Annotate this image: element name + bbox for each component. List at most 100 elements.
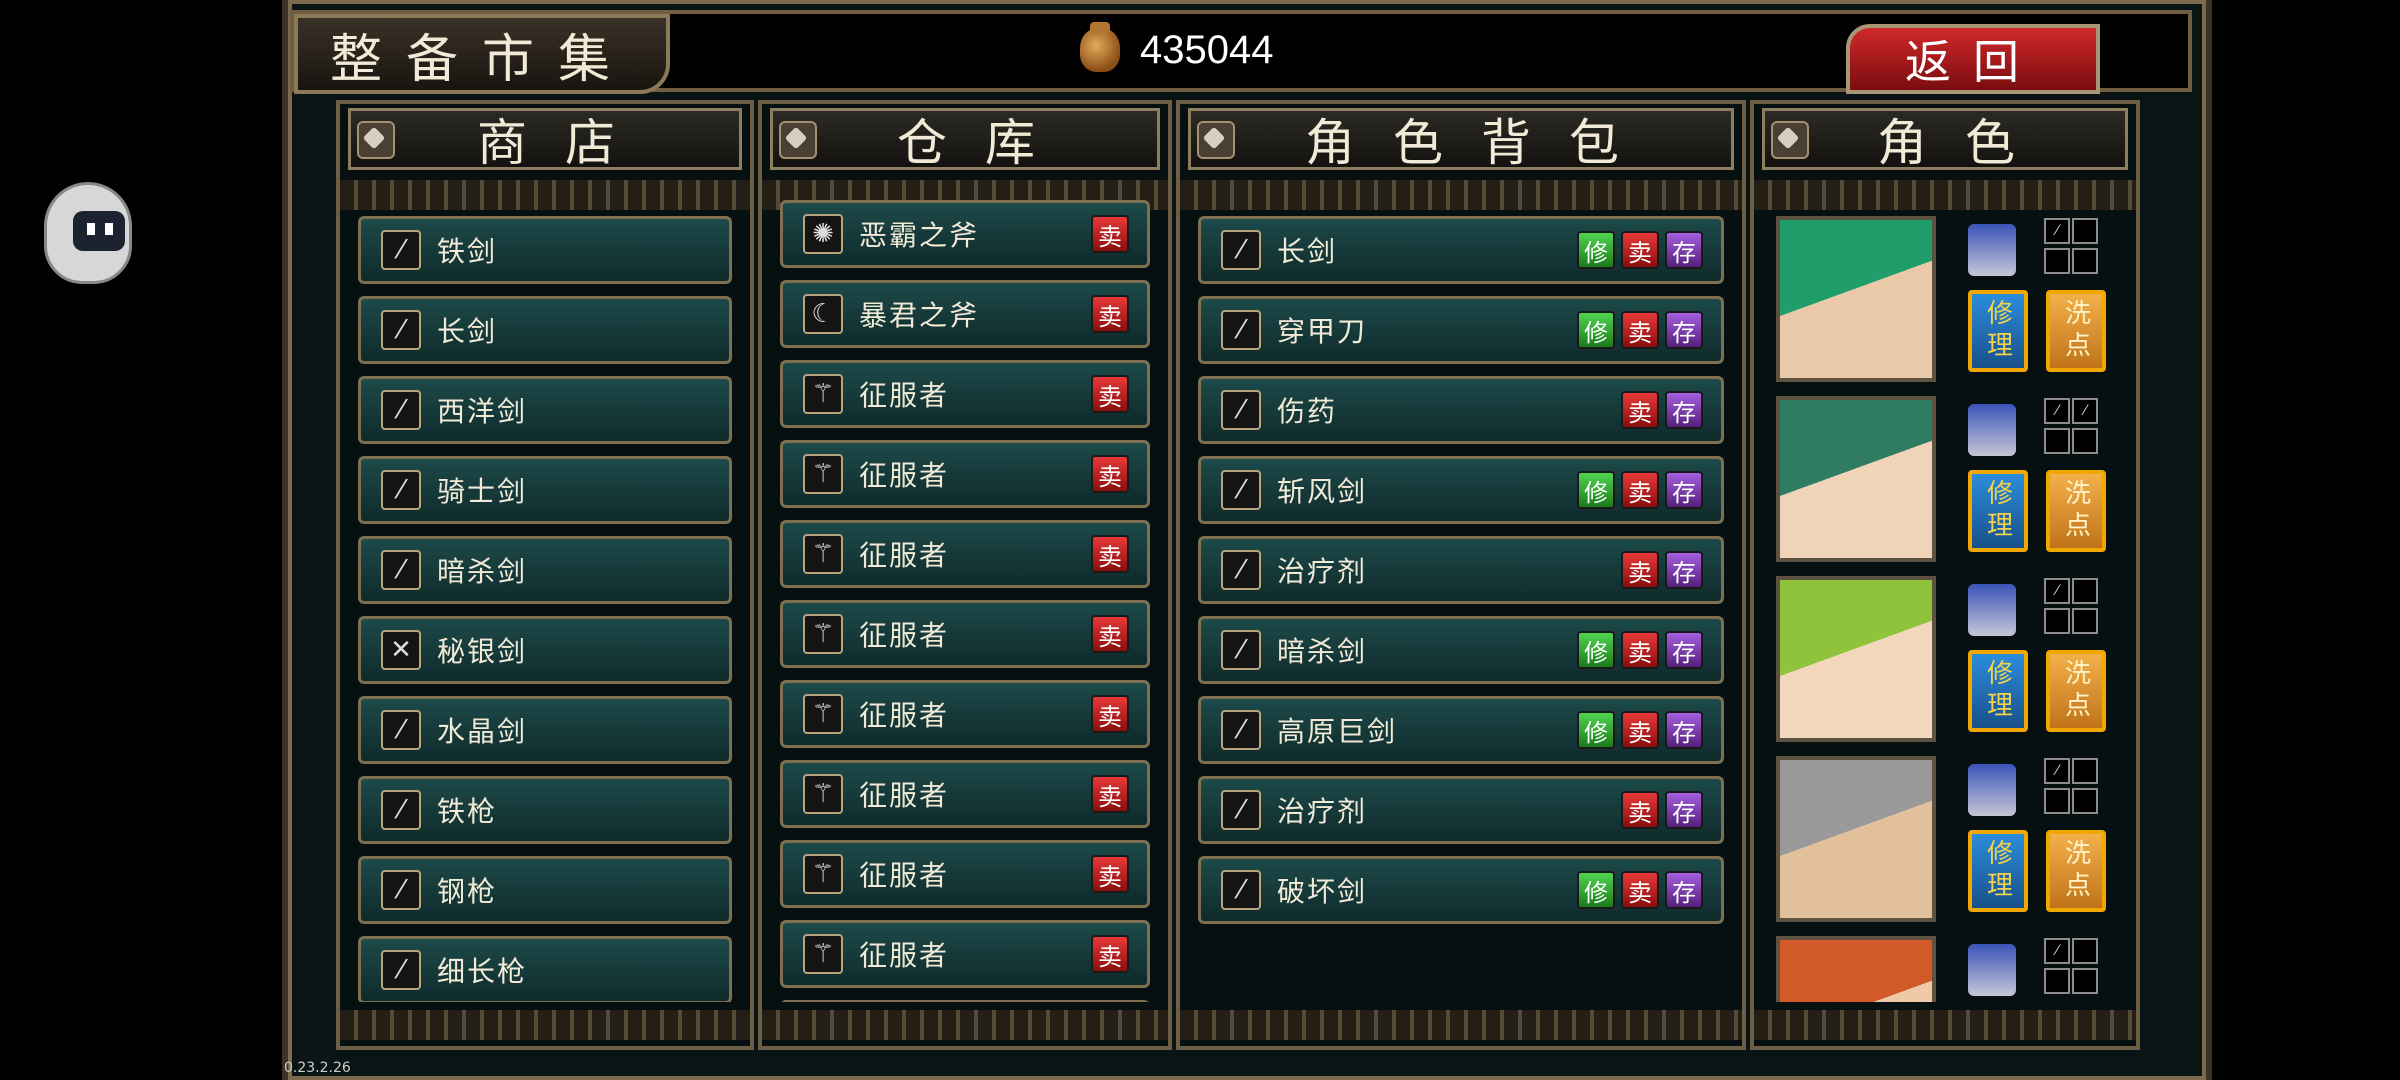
- shop-item[interactable]: ⁄ 长剑: [358, 296, 732, 364]
- equipment-slot[interactable]: [2072, 218, 2098, 244]
- equipment-slot[interactable]: ⁄: [2072, 398, 2098, 424]
- bag-item[interactable]: ⁄ 暗杀剑 修卖存: [1198, 616, 1724, 684]
- sell-button[interactable]: 卖: [1621, 231, 1659, 269]
- bag-item[interactable]: ⁄ 治疗剂 卖存: [1198, 536, 1724, 604]
- sell-button[interactable]: 卖: [1621, 471, 1659, 509]
- warehouse-list[interactable]: ✺ 恶霸之斧卖 ☾ 暴君之斧卖 ⚚ 征服者卖 ⚚ 征服者卖 ⚚ 征服者卖 ⚚ 征服者卖 ⚚ 征服者卖 ⚚ 征服…: [780, 200, 1150, 1002]
- equipment-slot[interactable]: [2044, 968, 2070, 994]
- character-portrait[interactable]: [1776, 936, 1936, 1002]
- shop-item[interactable]: ⁄ 铁枪: [358, 776, 732, 844]
- sell-button[interactable]: 卖: [1621, 791, 1659, 829]
- warehouse-item[interactable]: ⚚ 征服者 卖: [780, 600, 1150, 668]
- store-button[interactable]: 存: [1665, 711, 1703, 749]
- character-row[interactable]: ⁄ 修理洗点: [1776, 576, 2118, 746]
- reset-points-button[interactable]: 洗点: [2046, 470, 2106, 552]
- equipment-slot[interactable]: ⁄: [2044, 938, 2070, 964]
- equipment-slot[interactable]: [2044, 248, 2070, 274]
- repair-all-button[interactable]: 修理: [1968, 290, 2028, 372]
- warehouse-item[interactable]: ☾ 暴君之斧 卖: [780, 280, 1150, 348]
- equipment-slot[interactable]: [2072, 608, 2098, 634]
- collapse-icon[interactable]: [357, 121, 395, 159]
- equipment-slot[interactable]: [2072, 428, 2098, 454]
- shop-item[interactable]: ⁄ 铁剑: [358, 216, 732, 284]
- sell-button[interactable]: 卖: [1621, 551, 1659, 589]
- store-button[interactable]: 存: [1665, 471, 1703, 509]
- warehouse-item[interactable]: ⚚ 征服者 卖: [780, 680, 1150, 748]
- reset-points-button[interactable]: 洗点: [2046, 830, 2106, 912]
- equipment-slot[interactable]: ⁄: [2044, 578, 2070, 604]
- floating-assistant-button[interactable]: [44, 182, 132, 284]
- repair-button[interactable]: 修: [1577, 311, 1615, 349]
- equipment-slot[interactable]: [2072, 758, 2098, 784]
- character-portrait[interactable]: [1776, 216, 1936, 382]
- equipment-slot[interactable]: [2072, 968, 2098, 994]
- sell-button[interactable]: 卖: [1091, 375, 1129, 413]
- warehouse-item[interactable]: ⚚ 征服者 卖: [780, 920, 1150, 988]
- back-button[interactable]: 返回: [1846, 24, 2100, 94]
- bag-list[interactable]: ⁄ 长剑修卖存 ⁄ 穿甲刀修卖存 ⁄ 伤药卖存 ⁄ 斩风剑修卖存 ⁄ 治疗剂卖存 ⁄ 暗杀剑修卖存 ⁄ 高…: [1198, 216, 1724, 1002]
- store-button[interactable]: 存: [1665, 391, 1703, 429]
- store-button[interactable]: 存: [1665, 551, 1703, 589]
- equipment-slot[interactable]: ⁄: [2044, 758, 2070, 784]
- character-row[interactable]: ⁄ ⁄ 修理 洗点: [1776, 396, 2118, 566]
- shop-item[interactable]: ⁄ 水晶剑: [358, 696, 732, 764]
- equipment-slot[interactable]: ⁄: [2044, 218, 2070, 244]
- sell-button[interactable]: 卖: [1621, 391, 1659, 429]
- sell-button[interactable]: 卖: [1091, 935, 1129, 973]
- repair-button[interactable]: 修: [1577, 471, 1615, 509]
- equipment-slot[interactable]: [2072, 938, 2098, 964]
- store-button[interactable]: 存: [1665, 631, 1703, 669]
- equipment-slot[interactable]: [2072, 578, 2098, 604]
- sell-button[interactable]: 卖: [1091, 695, 1129, 733]
- sell-button[interactable]: 卖: [1621, 871, 1659, 909]
- sell-button[interactable]: 卖: [1091, 855, 1129, 893]
- sell-button[interactable]: 卖: [1091, 775, 1129, 813]
- shop-item[interactable]: ✕ 秘银剑: [358, 616, 732, 684]
- character-list[interactable]: ⁄修理洗点⁄⁄修理洗点⁄修理洗点⁄修理洗点⁄修理洗点: [1776, 216, 2118, 1002]
- equipment-slot[interactable]: [2072, 248, 2098, 274]
- shop-item[interactable]: ⁄ 西洋剑: [358, 376, 732, 444]
- equipment-slot[interactable]: [2044, 608, 2070, 634]
- character-row[interactable]: ⁄修理洗点: [1776, 936, 2118, 1002]
- warehouse-item[interactable]: ⚚ 征服者 卖: [780, 840, 1150, 908]
- bag-item[interactable]: ⁄ 治疗剂 卖存: [1198, 776, 1724, 844]
- warehouse-item[interactable]: ✺ 恶霸之斧 卖: [780, 200, 1150, 268]
- repair-button[interactable]: 修: [1577, 231, 1615, 269]
- warehouse-item[interactable]: ⚚ 征服者 卖: [780, 520, 1150, 588]
- sell-button[interactable]: 卖: [1621, 631, 1659, 669]
- repair-all-button[interactable]: 修理: [1968, 830, 2028, 912]
- character-portrait[interactable]: [1776, 576, 1936, 742]
- shop-item[interactable]: ⁄ 骑士剑: [358, 456, 732, 524]
- bag-item[interactable]: ⁄ 长剑 修卖存: [1198, 216, 1724, 284]
- warehouse-item[interactable]: ⚚ 征服者 卖: [780, 360, 1150, 428]
- character-row[interactable]: ⁄ 修理洗点: [1776, 216, 2118, 386]
- warehouse-item[interactable]: ⚚ 征服者 卖: [780, 760, 1150, 828]
- sell-button[interactable]: 卖: [1621, 711, 1659, 749]
- sell-button[interactable]: 卖: [1091, 455, 1129, 493]
- character-row[interactable]: ⁄ 修理洗点: [1776, 756, 2118, 926]
- equipment-slot[interactable]: [2044, 788, 2070, 814]
- equipment-slot[interactable]: [2044, 428, 2070, 454]
- sell-button[interactable]: 卖: [1621, 311, 1659, 349]
- collapse-icon[interactable]: [1197, 121, 1235, 159]
- warehouse-item[interactable]: ✺贵者战斧卖: [780, 1000, 1150, 1002]
- equipment-slot[interactable]: ⁄: [2044, 398, 2070, 424]
- sell-button[interactable]: 卖: [1091, 295, 1129, 333]
- collapse-icon[interactable]: [779, 121, 817, 159]
- character-portrait[interactable]: [1776, 756, 1936, 922]
- repair-all-button[interactable]: 修理: [1968, 470, 2028, 552]
- bag-item[interactable]: ⁄ 伤药 卖存: [1198, 376, 1724, 444]
- bag-item[interactable]: ⁄ 破坏剑 修卖存: [1198, 856, 1724, 924]
- repair-button[interactable]: 修: [1577, 711, 1615, 749]
- shop-item[interactable]: ⁄ 细长枪: [358, 936, 732, 1002]
- repair-all-button[interactable]: 修理: [1968, 650, 2028, 732]
- bag-item[interactable]: ⁄ 穿甲刀 修卖存: [1198, 296, 1724, 364]
- reset-points-button[interactable]: 洗点: [2046, 290, 2106, 372]
- repair-button[interactable]: 修: [1577, 631, 1615, 669]
- sell-button[interactable]: 卖: [1091, 615, 1129, 653]
- character-portrait[interactable]: [1776, 396, 1936, 562]
- bag-item[interactable]: ⁄ 高原巨剑 修卖存: [1198, 696, 1724, 764]
- reset-points-button[interactable]: 洗点: [2046, 650, 2106, 732]
- bag-item[interactable]: ⁄ 斩风剑 修卖存: [1198, 456, 1724, 524]
- equipment-slot[interactable]: [2072, 788, 2098, 814]
